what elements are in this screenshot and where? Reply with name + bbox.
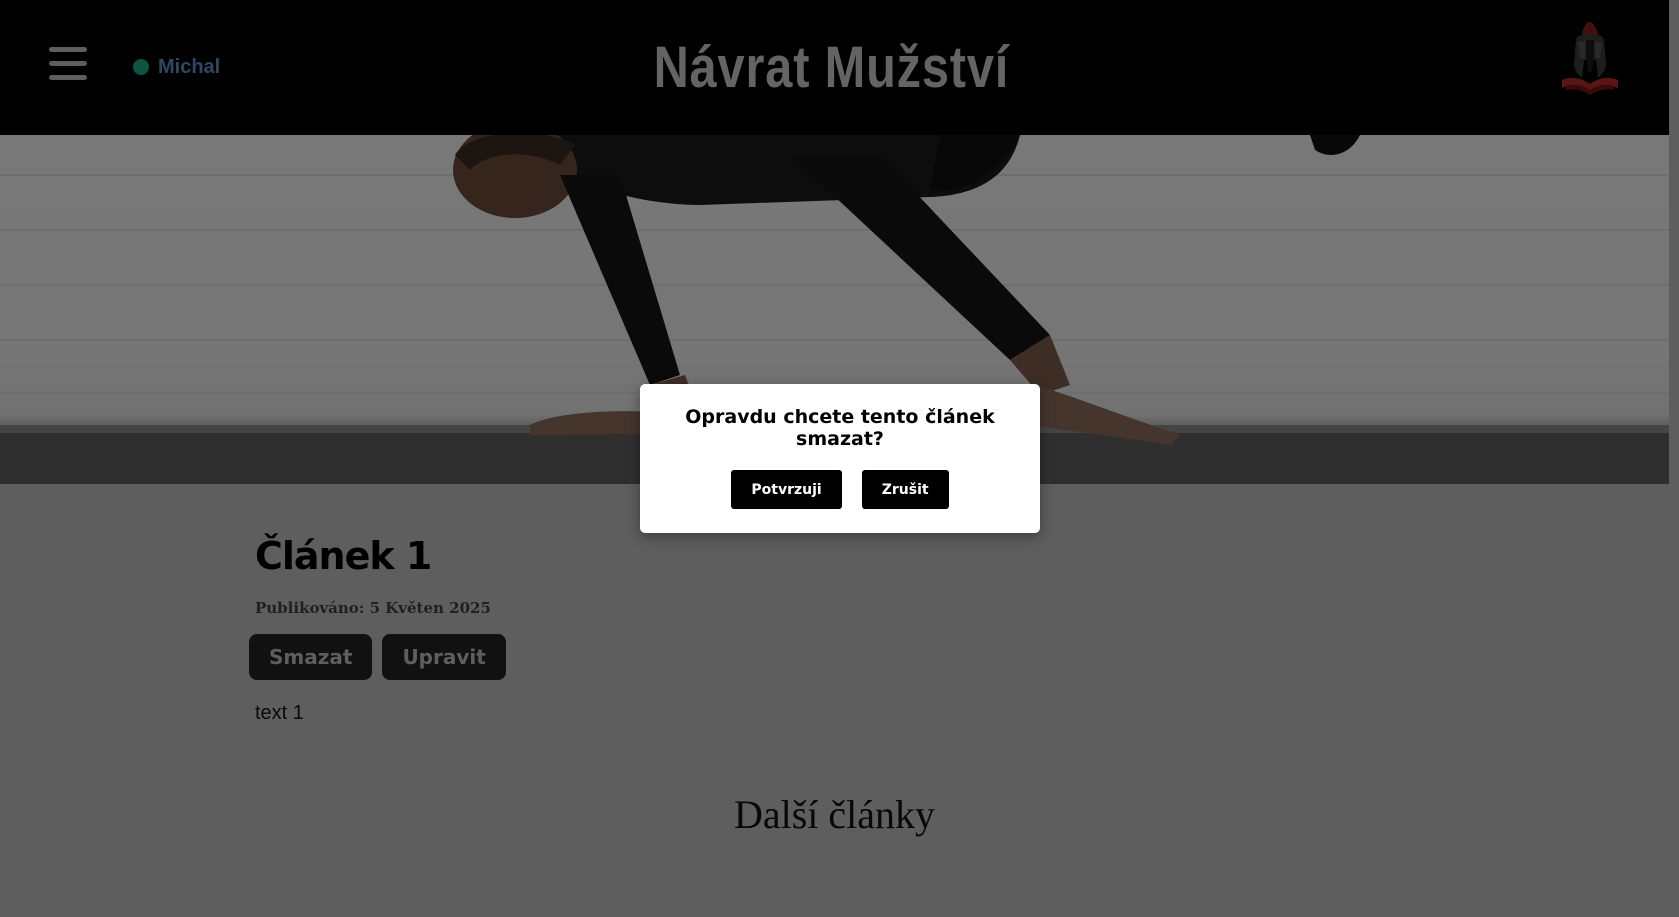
confirm-button[interactable]: Potvrzuji [731,470,842,509]
cancel-button[interactable]: Zrušit [861,470,949,509]
delete-confirm-dialog: Opravdu chcete tento článek smazat? Potv… [640,384,1040,533]
page: Michal Návrat Mužství [0,0,1679,917]
dialog-question: Opravdu chcete tento článek smazat? [685,406,995,450]
dialog-actions: Potvrzuji Zrušit [640,470,1040,509]
